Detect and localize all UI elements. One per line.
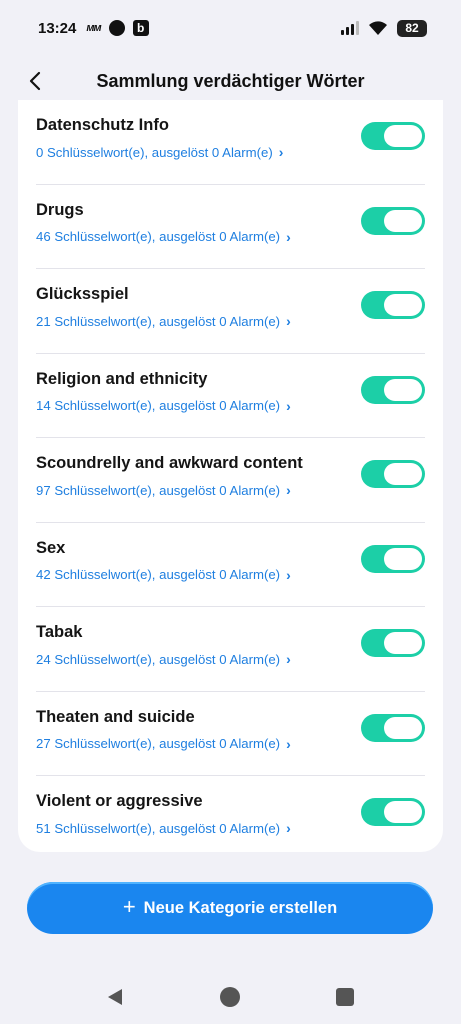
- category-title: Drugs: [36, 200, 84, 219]
- chevron-right-icon: ›: [286, 397, 291, 414]
- category-row: Glücksspiel 21 Schlüsselwort(e), ausgelö…: [36, 269, 425, 354]
- app-header: Sammlung verdächtiger Wörter: [0, 56, 461, 106]
- category-subtitle: 42 Schlüsselwort(e), ausgelöst 0 Alarm(e…: [36, 567, 281, 582]
- category-details-link[interactable]: 21 Schlüsselwort(e), ausgelöst 0 Alarm(e…: [36, 313, 291, 329]
- chevron-right-icon: ›: [286, 735, 291, 752]
- category-toggle[interactable]: [361, 375, 425, 404]
- create-category-button[interactable]: + Neue Kategorie erstellen: [27, 882, 433, 934]
- category-details-link[interactable]: 14 Schlüsselwort(e), ausgelöst 0 Alarm(e…: [36, 398, 291, 414]
- toggle-knob: [384, 294, 422, 316]
- toggle-knob: [384, 632, 422, 654]
- category-details-link[interactable]: 24 Schlüsselwort(e), ausgelöst 0 Alarm(e…: [36, 651, 291, 667]
- category-title: Scoundrelly and awkward content: [36, 454, 303, 472]
- system-icons: 82: [341, 19, 427, 37]
- status-time: 13:24: [38, 19, 77, 37]
- wifi-icon: [369, 21, 387, 35]
- category-toggle[interactable]: [361, 544, 425, 573]
- battery-icon: 82: [397, 19, 427, 37]
- category-toggle[interactable]: [361, 206, 425, 235]
- nav-recents-icon[interactable]: [336, 988, 354, 1006]
- toggle-knob: [384, 801, 422, 823]
- category-row: Drugs 46 Schlüsselwort(e), ausgelöst 0 A…: [36, 185, 425, 269]
- category-row: Sex 42 Schlüsselwort(e), ausgelöst 0 Ala…: [36, 523, 425, 607]
- category-details-link[interactable]: 97 Schlüsselwort(e), ausgelöst 0 Alarm(e…: [36, 482, 291, 498]
- signal-icon: [341, 21, 359, 35]
- chevron-right-icon: ›: [286, 820, 291, 836]
- chevron-right-icon: ›: [278, 144, 284, 160]
- chevron-left-icon: [29, 71, 41, 91]
- notification-circle-icon: [108, 20, 125, 36]
- category-title: Glücksspiel: [36, 285, 129, 303]
- category-toggle[interactable]: [361, 460, 425, 488]
- category-subtitle: 97 Schlüsselwort(e), ausgelöst 0 Alarm(e…: [36, 482, 281, 498]
- toggle-knob: [384, 378, 422, 401]
- nav-back-icon[interactable]: [106, 987, 124, 1007]
- category-toggle[interactable]: [361, 629, 425, 657]
- category-toggle[interactable]: [361, 798, 425, 826]
- category-subtitle: 0 Schlüsselwort(e), ausgelöst 0 Alarm(e): [36, 144, 273, 160]
- chevron-right-icon: ›: [286, 482, 291, 498]
- category-details-link[interactable]: 46 Schlüsselwort(e), ausgelöst 0 Alarm(e…: [36, 229, 291, 245]
- category-details-link[interactable]: 27 Schlüsselwort(e), ausgelöst 0 Alarm(e…: [36, 736, 291, 752]
- category-row: Scoundrelly and awkward content 97 Schlü…: [36, 438, 425, 523]
- page-title: Sammlung verdächtiger Wörter: [96, 70, 365, 91]
- notification-b-icon: b: [132, 20, 149, 36]
- chevron-right-icon: ›: [286, 651, 291, 667]
- nav-home-icon[interactable]: [220, 987, 240, 1007]
- category-row: Theaten and suicide 27 Schlüsselwort(e),…: [36, 692, 425, 776]
- chevron-right-icon: ›: [286, 566, 291, 583]
- category-details-link[interactable]: 51 Schlüsselwort(e), ausgelöst 0 Alarm(e…: [36, 820, 291, 836]
- category-toggle[interactable]: [361, 122, 425, 150]
- category-details-link[interactable]: 42 Schlüsselwort(e), ausgelöst 0 Alarm(e…: [36, 567, 291, 583]
- category-title: Religion and ethnicity: [36, 369, 208, 388]
- category-subtitle: 21 Schlüsselwort(e), ausgelöst 0 Alarm(e…: [36, 313, 281, 329]
- category-subtitle: 27 Schlüsselwort(e), ausgelöst 0 Alarm(e…: [36, 736, 281, 751]
- toggle-knob: [384, 547, 422, 570]
- toggle-knob: [384, 716, 422, 739]
- category-title: Violent or aggressive: [36, 792, 203, 810]
- category-subtitle: 46 Schlüsselwort(e), ausgelöst 0 Alarm(e…: [36, 229, 281, 244]
- category-list: Datenschutz Info 0 Schlüsselwort(e), aus…: [18, 100, 443, 852]
- category-title: Sex: [36, 538, 66, 557]
- category-subtitle: 24 Schlüsselwort(e), ausgelöst 0 Alarm(e…: [36, 651, 281, 667]
- chevron-right-icon: ›: [286, 228, 291, 245]
- plus-icon: +: [122, 894, 136, 919]
- toggle-knob: [384, 463, 422, 485]
- category-details-link[interactable]: 0 Schlüsselwort(e), ausgelöst 0 Alarm(e)…: [36, 144, 283, 160]
- category-subtitle: 14 Schlüsselwort(e), ausgelöst 0 Alarm(e…: [36, 398, 281, 413]
- category-row: Violent or aggressive 51 Schlüsselwort(e…: [36, 776, 425, 852]
- category-row: Tabak 24 Schlüsselwort(e), ausgelöst 0 A…: [36, 607, 425, 692]
- category-title: Theaten and suicide: [36, 707, 195, 726]
- system-nav-bar: [0, 970, 461, 1024]
- category-title: Tabak: [36, 623, 83, 641]
- back-button[interactable]: [20, 66, 50, 96]
- chevron-right-icon: ›: [286, 313, 291, 329]
- category-toggle[interactable]: [361, 713, 425, 742]
- category-row: Datenschutz Info 0 Schlüsselwort(e), aus…: [36, 100, 425, 185]
- status-bar: 13:24 ᴍᴍ b 82: [0, 0, 461, 56]
- category-row: Religion and ethnicity 14 Schlüsselwort(…: [36, 354, 425, 438]
- category-toggle[interactable]: [361, 291, 425, 319]
- toggle-knob: [384, 209, 422, 232]
- create-category-label: Neue Kategorie erstellen: [143, 898, 338, 917]
- toggle-knob: [384, 125, 422, 147]
- category-title: Datenschutz Info: [36, 116, 169, 134]
- category-subtitle: 51 Schlüsselwort(e), ausgelöst 0 Alarm(e…: [36, 820, 281, 836]
- notification-app-icon: ᴍᴍ: [86, 22, 101, 34]
- notification-icons: ᴍᴍ b: [86, 20, 149, 36]
